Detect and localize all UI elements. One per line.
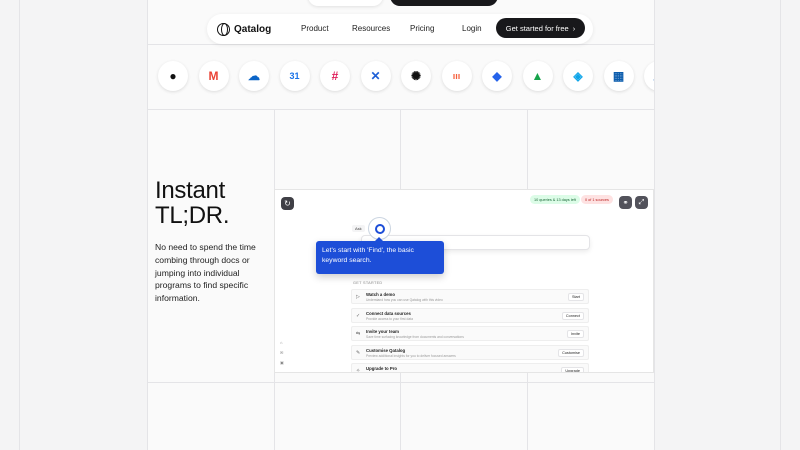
task-row[interactable]: ▷ Watch a demo Understand how you can use … [351, 289, 589, 304]
settings-icon[interactable]: ▣ [280, 360, 284, 365]
headline-line-2: TL;DR. [155, 202, 230, 229]
openai-icon: ✺ [401, 61, 431, 91]
task-subtitle: Save time surfacing knowledge from docum… [366, 335, 464, 339]
link-icon[interactable]: ⚭ [619, 196, 632, 209]
integrations-strip: ● M ☁ 31 # ✕ ✺ ııı ◆ ▲ ◈ ▦ ☁ [147, 54, 654, 100]
get-started-button[interactable]: Get started for free › [496, 18, 585, 38]
task-subtitle: Search in integrations, unlimited querie… [366, 372, 460, 373]
grid-line [147, 109, 654, 110]
confluence-icon: ✕ [360, 61, 391, 91]
home-icon[interactable]: ⌂ [280, 340, 282, 345]
task-action-button[interactable]: Customise [558, 348, 584, 357]
task-row[interactable]: ✓ Connect data sources Provide access to y… [351, 307, 589, 323]
google-calendar-icon: 31 [279, 61, 310, 91]
partial-app-icon: ☁ [644, 61, 654, 91]
jira-icon: ◆ [482, 61, 512, 91]
top-primary-button[interactable] [390, 0, 498, 6]
atlassian-icon: ◈ [563, 61, 593, 91]
task-icon: ⇆ [356, 331, 361, 337]
task-action-button[interactable]: Start [567, 293, 584, 301]
app-preview: ↻ 10 queries & 13 days left 0 of 1 sourc… [274, 189, 654, 373]
task-action-button[interactable]: Upgrade [561, 367, 584, 372]
task-row[interactable]: ✧ Upgrade to ProSearch in integrations, u… [351, 363, 589, 373]
inbox-icon[interactable]: ✉ [280, 350, 283, 355]
slack-icon: # [320, 61, 350, 91]
task-action-button[interactable]: Connect [561, 311, 584, 320]
task-title: Customise Qatalog [366, 347, 406, 353]
onboarding-tooltip: Let's start with 'Find', the basic keywo… [316, 237, 444, 274]
github-icon: ● [158, 61, 188, 91]
onedrive-icon: ☁ [239, 61, 269, 91]
sources-badge-text: 0 of 1 sources [585, 197, 609, 202]
planner-icon: ▦ [603, 61, 634, 91]
task-subtitle: Understand how you can use Qatalog with … [366, 298, 443, 302]
nav-link-pricing[interactable]: Pricing [410, 24, 434, 33]
nav-link-resources[interactable]: Resources [352, 24, 390, 33]
google-drive-icon: ▲ [522, 61, 553, 91]
task-action-button[interactable]: Invite [566, 330, 584, 338]
chevron-right-icon: › [572, 23, 576, 33]
task-icon: ✓ [356, 312, 361, 319]
grid-line [147, 382, 654, 383]
section-label: GET STARTED [353, 281, 383, 285]
grid-line [147, 44, 654, 45]
monday-icon: ııı [441, 61, 472, 91]
top-secondary-button[interactable] [308, 0, 383, 6]
task-subtitle: Provide access to your first data [366, 316, 413, 321]
logo[interactable]: Qatalog [217, 22, 272, 36]
ask-chip[interactable]: Ask [352, 225, 365, 232]
nav-link-product[interactable]: Product [301, 24, 329, 33]
task-icon: ✎ [356, 349, 361, 356]
task-title: Connect data sources [366, 310, 411, 316]
grid-line [780, 0, 781, 450]
task-subtitle: Preview additional insights for you to d… [366, 353, 456, 358]
task-title: Invite your team [366, 329, 399, 334]
task-title: Watch a demo [366, 292, 395, 297]
nav-link-login[interactable]: Login [462, 24, 482, 33]
task-title: Upgrade to Pro [366, 366, 398, 371]
usage-badge: 10 queries & 13 days left [530, 195, 580, 204]
qatalog-logo-icon [217, 22, 230, 36]
navbar: Qatalog Product Resources Pricing Login … [207, 14, 593, 44]
get-started-label: Get started for free [505, 23, 569, 33]
grid-line [654, 0, 655, 450]
grid-line [19, 0, 20, 450]
task-row[interactable]: ⇆ Invite your team Save time surfacing kno… [351, 326, 589, 341]
target-icon [374, 223, 385, 234]
expand-icon[interactable]: ⤢ [635, 196, 648, 209]
usage-badge-text: 10 queries & 13 days left [534, 197, 576, 202]
hero-description: No need to spend the time combing throug… [155, 242, 256, 304]
logo-text: Qatalog [234, 23, 272, 35]
gmail-icon: M [198, 61, 229, 91]
refresh-icon[interactable]: ↻ [281, 197, 294, 210]
task-icon: ✧ [356, 368, 361, 373]
tooltip-text: Let's start with 'Find', the basic keywo… [322, 247, 414, 264]
sources-badge: 0 of 1 sources [581, 195, 613, 204]
headline-line-1: Instant [155, 177, 225, 204]
task-row[interactable]: ✎ Customise Qatalog Preview additional ins… [351, 344, 589, 360]
page-title: Instant TL;DR. [155, 177, 230, 229]
task-icon: ▷ [356, 294, 360, 300]
